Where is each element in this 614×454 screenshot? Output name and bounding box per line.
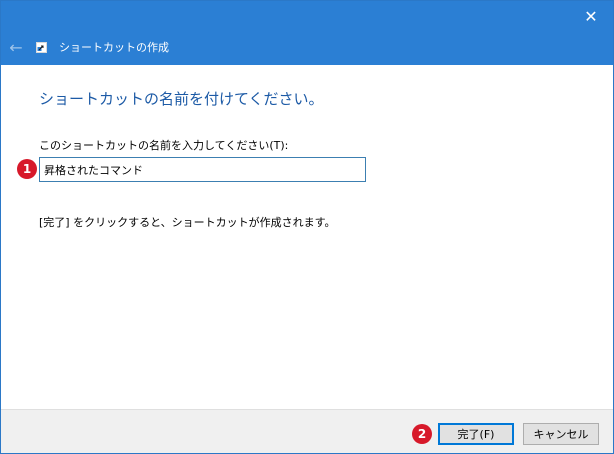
main-instruction: ショートカットの名前を付けてください。 bbox=[39, 90, 324, 108]
shortcut-name-label: このショートカットの名前を入力してください(T): bbox=[39, 139, 289, 152]
cancel-button[interactable]: キャンセル bbox=[523, 423, 599, 445]
close-button[interactable]: ✕ bbox=[569, 1, 613, 33]
annotation-marker-1: 1 bbox=[17, 159, 37, 179]
wizard-title: ショートカットの作成 bbox=[59, 41, 169, 54]
wizard-header: ← ショートカットの作成 bbox=[1, 33, 613, 65]
title-bar: ✕ bbox=[1, 1, 613, 33]
wizard-content: ショートカットの名前を付けてください。 このショートカットの名前を入力してくださ… bbox=[1, 65, 613, 409]
shortcut-name-input[interactable] bbox=[39, 157, 366, 182]
back-arrow-icon: ← bbox=[9, 38, 23, 57]
close-icon: ✕ bbox=[584, 7, 598, 26]
shortcut-wizard-icon bbox=[36, 42, 47, 53]
finish-button[interactable]: 完了(F) bbox=[438, 423, 514, 445]
create-shortcut-window: ✕ ← ショートカットの作成 ショートカットの名前を付けてください。 このショー… bbox=[0, 0, 614, 454]
back-button[interactable]: ← bbox=[5, 37, 27, 59]
button-bar: 2 完了(F) キャンセル bbox=[1, 409, 613, 453]
annotation-marker-2: 2 bbox=[412, 424, 432, 444]
finish-hint-text: [完了] をクリックすると、ショートカットが作成されます。 bbox=[39, 216, 336, 229]
